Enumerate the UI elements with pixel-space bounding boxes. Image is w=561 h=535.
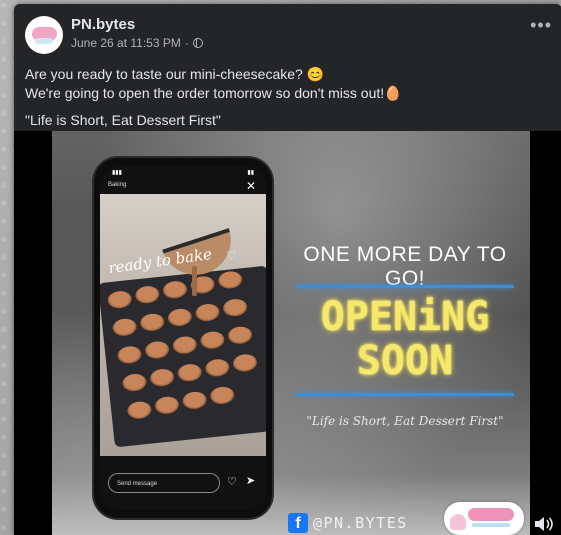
volume-icon[interactable] <box>534 516 554 532</box>
send-icon: ➤ <box>246 475 256 487</box>
promo-headline: ONE MORE DAY TO GO! <box>303 243 507 290</box>
post-media[interactable]: ▮▮▮ ▮▮ Baking ✕ ready to bake ♡ Send mes… <box>14 131 561 535</box>
more-options-button[interactable]: ••• <box>530 16 552 34</box>
neon-line-bottom <box>296 393 514 396</box>
avatar[interactable] <box>25 16 63 54</box>
avatar-logo-base <box>35 38 53 44</box>
post-quote: "Life is Short, Eat Dessert First" <box>25 112 221 128</box>
phone-mockup: ▮▮▮ ▮▮ Baking ✕ ready to bake ♡ Send mes… <box>94 158 272 518</box>
opening-text: OPENiNG <box>320 294 490 340</box>
brand-logo <box>444 502 524 535</box>
post-text: Are you ready to taste our mini-cheeseca… <box>25 65 545 130</box>
batter-pour <box>192 266 197 296</box>
cupcake-tray <box>100 265 266 448</box>
meta-separator: · <box>184 36 189 50</box>
send-message-field: Send message <box>108 473 220 493</box>
social-handle: @PN.BYTES <box>313 514 408 532</box>
neon-line-top <box>296 285 514 288</box>
soon-text: SOON <box>356 338 454 384</box>
post-text-line-2: We're going to open the order tomorrow s… <box>25 85 402 101</box>
post-text-line-1: Are you ready to taste our mini-cheeseca… <box>25 66 325 82</box>
baking-photo: ready to bake ♡ <box>100 194 266 456</box>
globe-icon <box>192 38 203 48</box>
post-timestamp[interactable]: June 26 at 11:53 PM <box>71 36 181 50</box>
post-meta: June 26 at 11:53 PM · <box>71 36 203 50</box>
opening-soon-neon: OPENiNG SOON <box>281 295 529 383</box>
promo-image[interactable]: ▮▮▮ ▮▮ Baking ✕ ready to bake ♡ Send mes… <box>52 131 530 535</box>
heart-icon: ♡ <box>226 250 236 262</box>
facebook-icon: f <box>288 513 308 533</box>
like-heart-icon: ♡ <box>227 476 237 488</box>
more-horizontal-icon: ••• <box>530 15 552 35</box>
phone-status-bar: ▮▮▮ ▮▮ <box>112 170 254 176</box>
page-name[interactable]: PN.bytes <box>71 16 135 33</box>
promo-slogan: "Life is Short, Eat Dessert First" <box>306 414 504 428</box>
phone-screen: ▮▮▮ ▮▮ Baking ✕ ready to bake ♡ Send mes… <box>100 166 266 510</box>
close-icon: ✕ <box>245 179 256 193</box>
story-header: Baking <box>108 182 127 188</box>
facebook-post-card: PN.bytes June 26 at 11:53 PM · ••• Are y… <box>14 4 561 535</box>
